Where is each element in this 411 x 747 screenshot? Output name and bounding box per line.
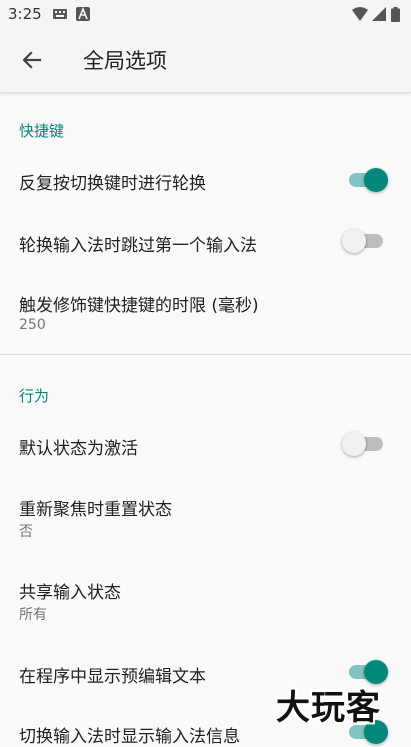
status-bar: 3:25 — [0, 0, 411, 28]
wifi-icon — [352, 7, 368, 21]
skip-first-ime-switch[interactable] — [341, 227, 389, 255]
page-title: 全局选项 — [83, 49, 167, 73]
battery-icon — [391, 7, 400, 22]
pref-summary: 250 — [19, 317, 46, 333]
category-header-behavior: 行为 — [19, 387, 50, 405]
section-divider — [0, 354, 411, 355]
pref-title: 触发修饰键快捷键的时限 (毫秒) — [19, 296, 259, 316]
pref-title: 在程序中显示预编辑文本 — [19, 667, 206, 687]
arrow-back-icon — [22, 51, 42, 69]
signal-icon — [372, 7, 386, 21]
pref-title: 默认状态为激活 — [19, 439, 138, 459]
pref-title: 重新聚焦时重置状态 — [19, 500, 172, 520]
pref-summary: 所有 — [19, 607, 47, 623]
pref-title: 反复按切换键时进行轮换 — [19, 174, 206, 194]
a-notification-icon — [76, 7, 90, 21]
active-by-default-switch[interactable] — [341, 430, 389, 458]
pref-title: 切换输入法时显示输入法信息 — [19, 727, 240, 747]
watermark-logo: 大玩客 — [276, 688, 381, 728]
pref-summary: 否 — [19, 524, 33, 540]
category-header-shortcuts: 快捷键 — [19, 122, 65, 140]
app-bar: 全局选项 — [0, 28, 411, 93]
back-button[interactable] — [12, 40, 52, 80]
status-time: 3:25 — [8, 5, 42, 23]
cycle-on-repeat-switch[interactable] — [341, 166, 389, 194]
keyboard-icon — [53, 9, 67, 19]
pref-title: 共享输入状态 — [19, 583, 121, 603]
pref-title: 轮换输入法时跳过第一个输入法 — [19, 236, 257, 256]
